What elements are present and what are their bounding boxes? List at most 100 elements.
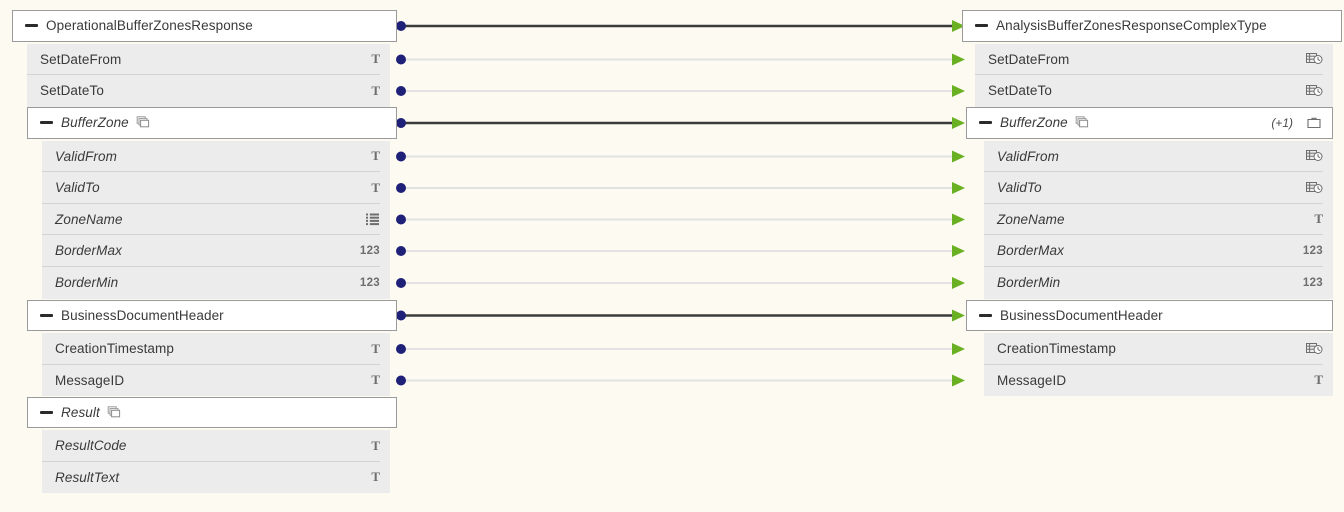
target-connection-arrow[interactable] xyxy=(952,309,965,322)
target-connection-arrow[interactable] xyxy=(952,53,965,66)
tree-node-bordermax[interactable]: BorderMax 123 xyxy=(42,235,390,267)
connection-bordermax[interactable] xyxy=(396,245,965,257)
tree-node-bordermax[interactable]: BorderMax 123 xyxy=(984,235,1333,267)
target-connection-arrow[interactable] xyxy=(952,245,965,257)
target-connection-arrow[interactable] xyxy=(952,213,965,226)
tree-node-resulttext[interactable]: ResultText T xyxy=(42,461,390,493)
tree-node-resultcode[interactable]: ResultCode T xyxy=(42,430,390,462)
tree-node-label: ValidTo xyxy=(997,180,1042,196)
connection-bufferzone[interactable] xyxy=(396,117,965,129)
connection-validto[interactable] xyxy=(396,182,965,194)
connection-businessdocumentheader[interactable] xyxy=(396,309,965,322)
tree-node-label: ValidFrom xyxy=(55,148,117,164)
collapse-minus-icon[interactable] xyxy=(39,115,54,130)
repeating-element-icon xyxy=(107,406,121,419)
tree-node-label: CreationTimestamp xyxy=(997,341,1116,357)
type-list-icon xyxy=(364,212,380,226)
tree-node-setdateto[interactable]: SetDateTo T xyxy=(27,75,390,107)
collapse-minus-icon[interactable] xyxy=(39,308,54,323)
connection-creationtimestamp[interactable] xyxy=(396,343,965,355)
connection-messageid[interactable] xyxy=(396,374,965,387)
type-string-icon: T xyxy=(371,148,380,164)
source-connection-dot[interactable] xyxy=(396,214,406,225)
tree-node-creationtimestamp[interactable]: CreationTimestamp xyxy=(984,333,1333,365)
tree-node-analysisbufferzonesresponsecomplextype[interactable]: AnalysisBufferZonesResponseComplexType xyxy=(962,10,1342,42)
tree-node-zonename[interactable]: ZoneName xyxy=(42,203,390,235)
tree-node-label: ResultText xyxy=(55,469,120,485)
source-connection-dot[interactable] xyxy=(396,183,406,193)
target-connection-arrow[interactable] xyxy=(952,343,965,355)
type-string-icon: T xyxy=(371,372,380,388)
tree-node-label: OperationalBufferZonesResponse xyxy=(46,18,253,34)
source-connection-dot[interactable] xyxy=(396,278,406,288)
tree-node-label: ValidTo xyxy=(55,180,100,196)
source-connection-dot[interactable] xyxy=(396,86,406,96)
target-connection-arrow[interactable] xyxy=(952,374,965,387)
source-connection-dot[interactable] xyxy=(396,118,406,128)
tree-node-validfrom[interactable]: ValidFrom xyxy=(984,140,1333,172)
source-connection-dot[interactable] xyxy=(396,151,406,162)
connection-validfrom[interactable] xyxy=(396,150,965,163)
target-connection-arrow[interactable] xyxy=(952,150,965,163)
target-connection-arrow[interactable] xyxy=(952,117,965,129)
collapse-minus-icon[interactable] xyxy=(974,18,989,33)
source-connection-dot[interactable] xyxy=(396,21,406,31)
tree-node-businessdocumentheader[interactable]: BusinessDocumentHeader xyxy=(27,299,397,331)
type-string-icon: T xyxy=(1314,211,1323,227)
occurrence-count-badge: (+1) xyxy=(1271,115,1293,130)
tree-node-setdatefrom[interactable]: SetDateFrom xyxy=(975,43,1333,75)
tree-node-creationtimestamp[interactable]: CreationTimestamp T xyxy=(42,333,390,365)
connection-setdatefrom[interactable] xyxy=(396,53,965,66)
tree-node-zonename[interactable]: ZoneName T xyxy=(984,203,1333,235)
tree-node-operationalbufferzonesresponse[interactable]: OperationalBufferZonesResponse xyxy=(12,10,397,42)
tree-node-result[interactable]: Result xyxy=(27,396,397,428)
type-number-icon: 123 xyxy=(359,276,380,289)
tree-node-label: SetDateFrom xyxy=(988,51,1070,67)
type-string-icon: T xyxy=(371,469,380,485)
source-connection-dot[interactable] xyxy=(396,246,406,256)
collapse-minus-icon[interactable] xyxy=(24,18,39,33)
tree-node-validfrom[interactable]: ValidFrom T xyxy=(42,140,390,172)
type-datetime-icon xyxy=(1306,84,1323,98)
collapse-minus-icon[interactable] xyxy=(978,115,993,130)
tree-node-label: AnalysisBufferZonesResponseComplexType xyxy=(996,18,1267,34)
source-connection-dot[interactable] xyxy=(396,375,406,386)
tree-node-validto[interactable]: ValidTo T xyxy=(42,172,390,204)
tree-node-businessdocumentheader[interactable]: BusinessDocumentHeader xyxy=(966,299,1333,331)
target-connection-arrow[interactable] xyxy=(952,85,965,97)
tree-node-messageid[interactable]: MessageID T xyxy=(42,364,390,396)
tree-node-bufferzone[interactable]: BufferZone (+1) xyxy=(966,107,1333,139)
collapse-minus-icon[interactable] xyxy=(39,405,54,420)
repeating-element-icon xyxy=(1075,116,1089,129)
tree-node-label: SetDateTo xyxy=(988,83,1052,99)
tree-node-label: BorderMin xyxy=(55,275,119,291)
tree-node-label: ResultCode xyxy=(55,438,127,454)
source-connection-dot[interactable] xyxy=(396,54,406,65)
tree-node-setdatefrom[interactable]: SetDateFrom T xyxy=(27,43,390,75)
tree-node-label: ZoneName xyxy=(55,211,123,227)
tree-node-bordermin[interactable]: BorderMin 123 xyxy=(42,267,390,299)
target-connection-arrow[interactable] xyxy=(952,277,965,289)
connection-setdateto[interactable] xyxy=(396,85,965,97)
tree-node-label: BusinessDocumentHeader xyxy=(61,307,224,323)
type-string-icon: T xyxy=(371,179,380,195)
source-connection-dot[interactable] xyxy=(396,344,406,354)
tree-node-bordermin[interactable]: BorderMin 123 xyxy=(984,267,1333,299)
connection-zonename[interactable] xyxy=(396,213,965,226)
collapse-minus-icon[interactable] xyxy=(978,308,993,323)
target-connection-arrow[interactable] xyxy=(952,182,965,194)
type-string-icon: T xyxy=(371,437,380,453)
tree-node-label: BorderMin xyxy=(997,275,1061,291)
tree-node-label: MessageID xyxy=(55,372,125,388)
source-connection-dot[interactable] xyxy=(396,310,406,321)
tree-node-setdateto[interactable]: SetDateTo xyxy=(975,75,1333,107)
connection-operationalbufferzonesresponse[interactable] xyxy=(396,20,965,32)
tree-node-validto[interactable]: ValidTo xyxy=(984,172,1333,204)
tree-node-messageid[interactable]: MessageID T xyxy=(984,364,1333,396)
type-datetime-icon xyxy=(1306,342,1323,356)
tree-node-bufferzone[interactable]: BufferZone xyxy=(27,107,397,139)
type-string-icon: T xyxy=(1314,372,1323,388)
tree-node-label: SetDateTo xyxy=(40,83,104,99)
connection-bordermin[interactable] xyxy=(396,277,965,289)
mapping-canvas: OperationalBufferZonesResponse SetDateFro… xyxy=(0,0,1344,512)
